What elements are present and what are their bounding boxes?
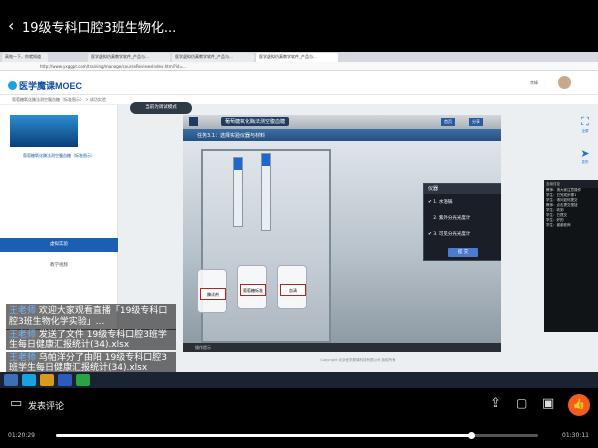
lab-simulation[interactable]: 葡萄糖氧化酶法测空腹血糖 首页 分享 任务3.1：选择实验仪器与材料 酶试剂 葡…: [183, 115, 501, 352]
comment-icon[interactable]: ▭: [10, 396, 22, 411]
page-title: 19级专科口腔3班生物化...: [22, 21, 177, 36]
sidebar-item-virtual-lab[interactable]: 虚拟实验: [0, 238, 118, 252]
danmaku-message: 王老师 乌帕洋分了由阳 19级专科口腔3班学生每日健康汇报统计(34).xlsx: [6, 352, 176, 373]
chevron-left-icon[interactable]: ‹: [8, 16, 14, 35]
windows-taskbar: [0, 372, 598, 388]
copyright-text: Copyright 北京医学魔课科技有限公司 版权所有: [320, 358, 396, 362]
progress-bar[interactable]: [56, 432, 538, 439]
browser-tab[interactable]: 高效一下，你就知道: [2, 53, 48, 62]
option-vis-spectro[interactable]: ✔ 3. 可见分光光度计: [428, 230, 501, 239]
pipette[interactable]: [261, 153, 271, 231]
danmaku-message: 王老师 发送了文件 19级专科口腔3班学生每日健康汇报统计(34).xlsx: [6, 329, 176, 350]
pipette[interactable]: [233, 157, 243, 227]
progress-fill: [56, 434, 471, 437]
sim-header: 葡萄糖氧化酶法测空腹血糖 首页 分享: [183, 115, 501, 129]
share-icon[interactable]: ⇪: [490, 396, 501, 411]
browser-tab[interactable]: 医学虚拟仿真教学软件_产品与...: [172, 53, 254, 62]
folder-icon[interactable]: [40, 374, 54, 386]
danmaku-message: 王老师 欢迎大家观看直播「19级专科口腔3班生物化学实验」...: [6, 304, 176, 330]
comment-input[interactable]: 发表评论: [28, 399, 64, 412]
option-uv-spectro[interactable]: ✔ 2. 紫外分光光度计: [428, 214, 501, 223]
course-thumbnail[interactable]: [10, 115, 78, 147]
share-button[interactable]: 分享: [469, 118, 483, 126]
chat-header: 互动讨论: [544, 180, 598, 188]
sidebar-item-video[interactable]: 教学视频: [0, 260, 118, 272]
browser-tab-active[interactable]: 医学虚拟仿真教学软件_产品与...: [256, 53, 338, 62]
user-name[interactable]: 李峰: [530, 80, 538, 86]
url-text: http://www.yxggpt.com/training/manage/co…: [40, 64, 187, 69]
chat-icon[interactable]: ▢: [516, 396, 527, 410]
send-icon[interactable]: ➤ 发布: [574, 147, 596, 173]
progress-knob[interactable]: [467, 432, 475, 439]
dialog-title: 仪器: [424, 184, 501, 194]
current-time: 01:20:29: [8, 432, 35, 439]
player-bottom: ▭ 发表评论 ⇪ ▢ ▣ 👍 01:20:29 01:30:11: [0, 388, 598, 448]
address-bar[interactable]: http://www.yxggpt.com/training/manage/co…: [0, 62, 598, 71]
app-icon[interactable]: [22, 374, 36, 386]
screen-icon[interactable]: ▣: [542, 396, 554, 411]
like-button[interactable]: 👍: [568, 394, 590, 416]
breadcrumb: 葡萄糖氧化酶法测空腹血糖（标准图示） > 成功实验: [0, 95, 598, 104]
app-icon: [189, 117, 198, 126]
lab-scene: 酶试剂 葡萄糖标准 血清 仪器 ✔ 1. 水浴锅 ✔ 2. 紫外分光光度计 ✔ …: [183, 141, 501, 343]
mode-pill: 当前为调试模式: [130, 102, 192, 114]
reagent-bottle[interactable]: 血清: [277, 265, 307, 309]
option-water-bath[interactable]: ✔ 1. 水浴锅: [428, 198, 501, 207]
instrument-dialog: 仪器 ✔ 1. 水浴锅 ✔ 2. 紫外分光光度计 ✔ 3. 可见分光光度计 提 …: [423, 183, 501, 261]
expand-icon[interactable]: ⛶ 全屏: [574, 115, 596, 141]
chat-app-icon[interactable]: [76, 374, 90, 386]
chat-panel: 互动讨论 教师：请大家注意操作 学生：已完成步骤1 学生：请问如何提交 教师：点…: [544, 180, 598, 332]
submit-button[interactable]: 提 交: [448, 248, 478, 257]
avatar[interactable]: [558, 76, 571, 89]
course-title: 葡萄糖氧化酶法测空腹血糖（标准图示）: [23, 153, 95, 158]
task-bar: 任务3.1：选择实验仪器与材料: [183, 129, 501, 141]
home-button[interactable]: 首页: [441, 118, 455, 126]
reagent-bottle[interactable]: 葡萄糖标准: [237, 265, 267, 309]
start-icon[interactable]: [4, 374, 18, 386]
word-icon[interactable]: [58, 374, 72, 386]
reagent-bottle[interactable]: 酶试剂: [197, 269, 227, 313]
chat-line: 学生：谢谢老师: [546, 223, 571, 227]
site-logo[interactable]: 医学魔课MOEC: [8, 79, 82, 92]
site-header: 医学魔课MOEC 李峰: [0, 71, 598, 95]
operation-tip[interactable]: 操作提示: [183, 343, 501, 352]
logo-icon: [8, 81, 17, 90]
browser-tabs: 高效一下，你就知道 医学虚拟仿真教学软件_产品与... 医学虚拟仿真教学软件_产…: [0, 52, 598, 62]
task-label: 任务3.1：选择实验仪器与材料: [197, 133, 265, 139]
browser-tab[interactable]: 医学虚拟仿真教学软件_产品与...: [88, 53, 170, 62]
top-bar: ‹ 19级专科口腔3班生物化...: [0, 0, 598, 52]
total-time: 01:30:11: [562, 432, 589, 439]
sim-title: 葡萄糖氧化酶法测空腹血糖: [221, 117, 290, 126]
